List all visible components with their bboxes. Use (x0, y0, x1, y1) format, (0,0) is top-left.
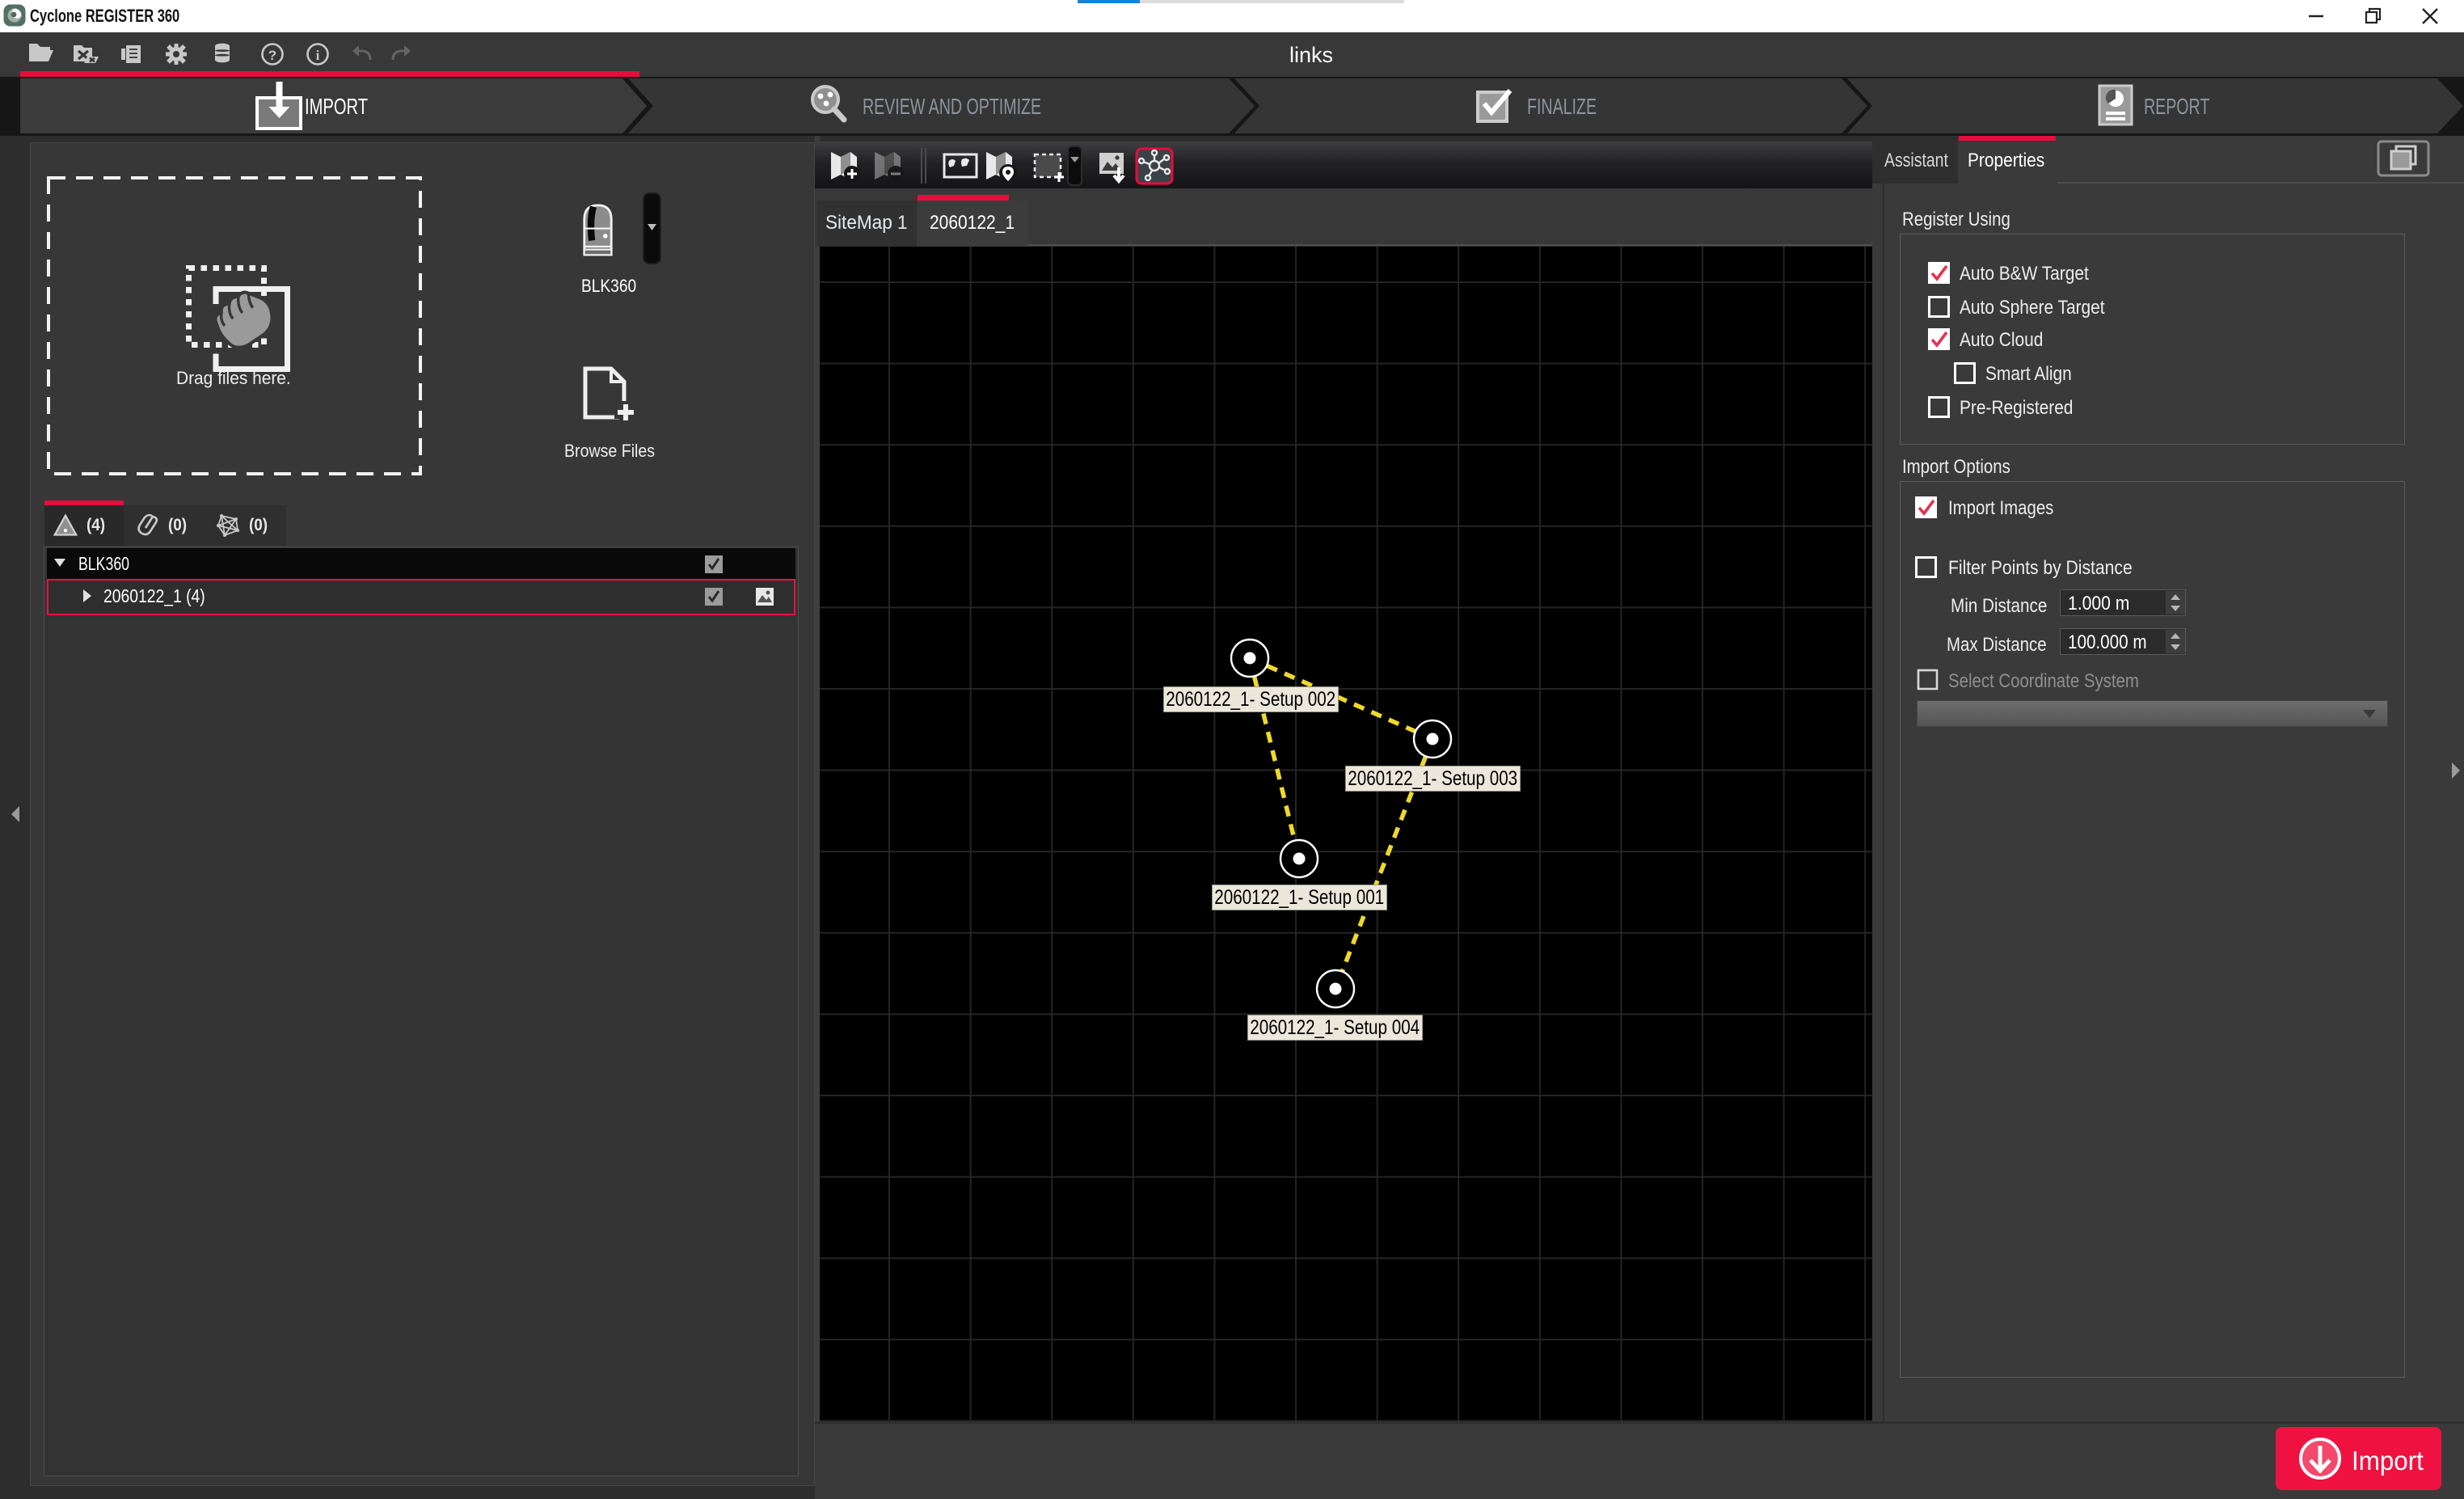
svg-text:?: ? (268, 48, 276, 63)
svg-text:i: i (316, 48, 320, 63)
